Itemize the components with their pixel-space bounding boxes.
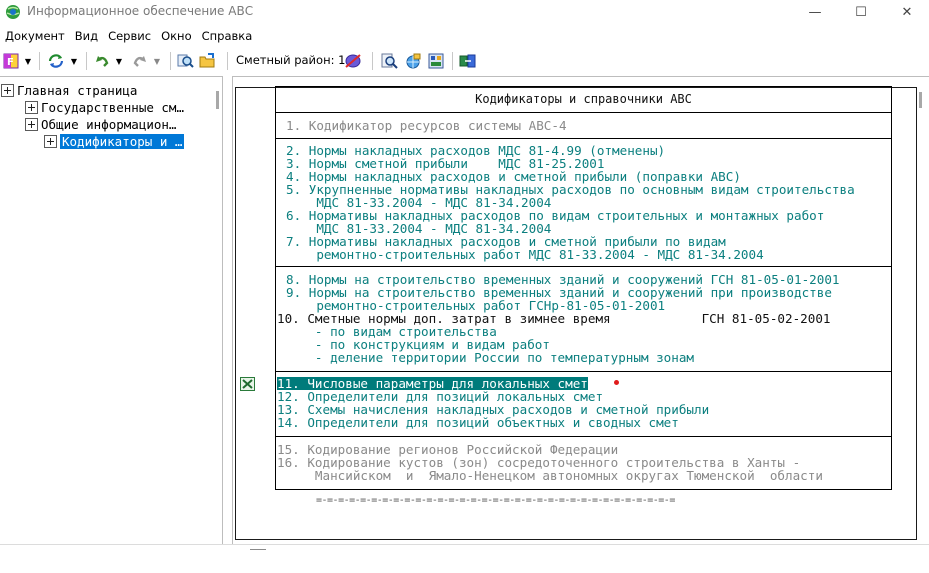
doc-title: Кодификаторы и справочники АВС [475,92,692,106]
link-item-10c[interactable]: - деление территории России по температу… [277,351,694,364]
close-button[interactable]: ✕ [884,0,929,24]
district-icon[interactable] [343,51,363,71]
tree-item-label: Государственные см… [41,99,184,115]
section-overhead: 2. Нормы накладных расходов МДС 81-4.99 … [275,138,892,267]
link-item-16-cont[interactable]: Мансийском и Ямало-Ненецком автономных о… [277,469,823,482]
tree-item-label: Кодификаторы и … [60,133,185,149]
tree-scrollbar[interactable] [216,91,219,109]
zoom-icon[interactable] [380,51,400,71]
tree-item-label: Общие информацион… [41,116,177,132]
section-local-estimates: 11. Числовые параметры для локальных сме… [275,371,892,437]
chevron-down-icon[interactable]: ▼ [68,51,80,71]
app-menu-icon[interactable]: F [2,51,20,71]
settings-icon[interactable] [426,51,446,71]
section-regions: 15. Кодирование регионов Российской Феде… [275,436,892,490]
link-item-14[interactable]: 14. Определители для позиций объектных и… [277,416,679,429]
open-folder-icon[interactable] [198,51,218,71]
tree-item-home[interactable]: Главная страница [1,82,137,98]
expand-icon[interactable] [1,83,14,97]
menu-document[interactable]: Документ [0,27,70,45]
menu-service[interactable]: Сервис [103,27,156,45]
chevron-down-icon[interactable]: ▼ [22,51,34,71]
search-icon[interactable] [176,51,196,71]
tree-item-state-estimates[interactable]: Государственные см… [25,99,184,115]
toolbar: F ▼ ▼ ▼ ▼ Сметный район: 1 [0,48,929,74]
redo-icon[interactable] [131,51,149,71]
menu-help[interactable]: Справка [197,27,258,45]
document-scrollbar[interactable] [919,92,922,108]
status-bar [0,544,929,573]
tree-item-label: Главная страница [17,82,138,98]
refresh-icon[interactable] [46,51,66,71]
export-icon[interactable] [458,51,478,71]
menu-window[interactable]: Окно [156,27,197,45]
title-bar: Информационное обеспечение АВС — ☐ ✕ [0,0,929,24]
web-search-icon[interactable] [403,51,423,71]
status-indicator [250,549,266,550]
chevron-down-icon[interactable]: ▼ [151,51,163,71]
undo-icon[interactable] [93,51,111,71]
tree-item-codifiers[interactable]: Кодификаторы и … [44,133,185,149]
section-resources: 1. Кодификатор ресурсов системы АВС-4 [275,112,892,139]
expand-icon[interactable] [44,134,57,148]
menu-view[interactable]: Вид [70,27,103,45]
minimize-button[interactable]: — [792,0,838,24]
maximize-button[interactable]: ☐ [838,0,884,24]
chevron-down-icon[interactable]: ▼ [113,51,125,71]
expand-icon[interactable] [25,117,38,131]
navigation-tree: Главная страница Государственные см… Общ… [0,76,223,544]
excel-icon[interactable] [240,377,255,391]
link-item-7-cont[interactable]: ремонтно-строительных работ МДС 81-33.20… [286,248,763,261]
tree-item-general-info[interactable]: Общие информацион… [25,116,176,132]
link-item-1[interactable]: 1. Кодификатор ресурсов системы АВС-4 [286,119,567,132]
section-temporary: 8. Нормы на строительство временных здан… [275,266,892,372]
expand-icon[interactable] [25,100,38,114]
footer-divider: =-=-=-=-=-=-=-=-=-=-=-=-=-=-=-=-=-=-=-=-… [316,495,675,506]
menu-bar: Документ Вид Сервис Окно Справка [0,27,257,45]
globe-icon [6,5,20,19]
window-title: Информационное обеспечение АВС [27,4,254,18]
district-label: Сметный район: 1 [236,53,346,67]
doc-header-box: Кодификаторы и справочники АВС [275,86,892,113]
marker-dot [614,380,619,385]
svg-text:F: F [7,57,14,68]
